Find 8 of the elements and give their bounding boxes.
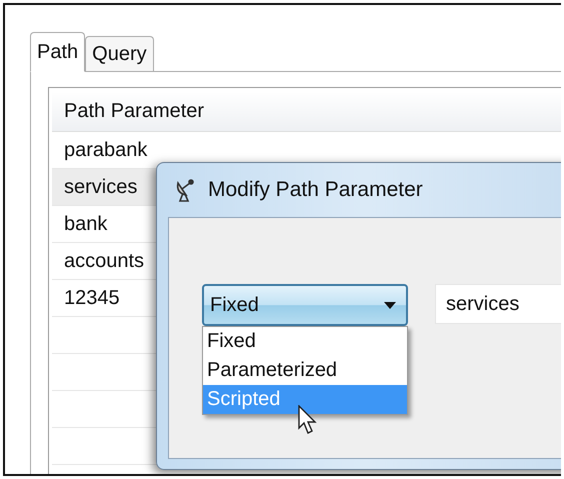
- value-field[interactable]: services: [435, 284, 561, 324]
- dialog-title: Modify Path Parameter: [208, 178, 423, 202]
- dropdown-option[interactable]: Fixed: [203, 327, 407, 356]
- caret-icon: [384, 302, 396, 308]
- tab[interactable]: Path: [30, 32, 86, 72]
- type-dropdown[interactable]: Fixed: [202, 284, 408, 326]
- dropdown-option[interactable]: Parameterized: [203, 356, 407, 385]
- tab[interactable]: Query: [85, 36, 154, 71]
